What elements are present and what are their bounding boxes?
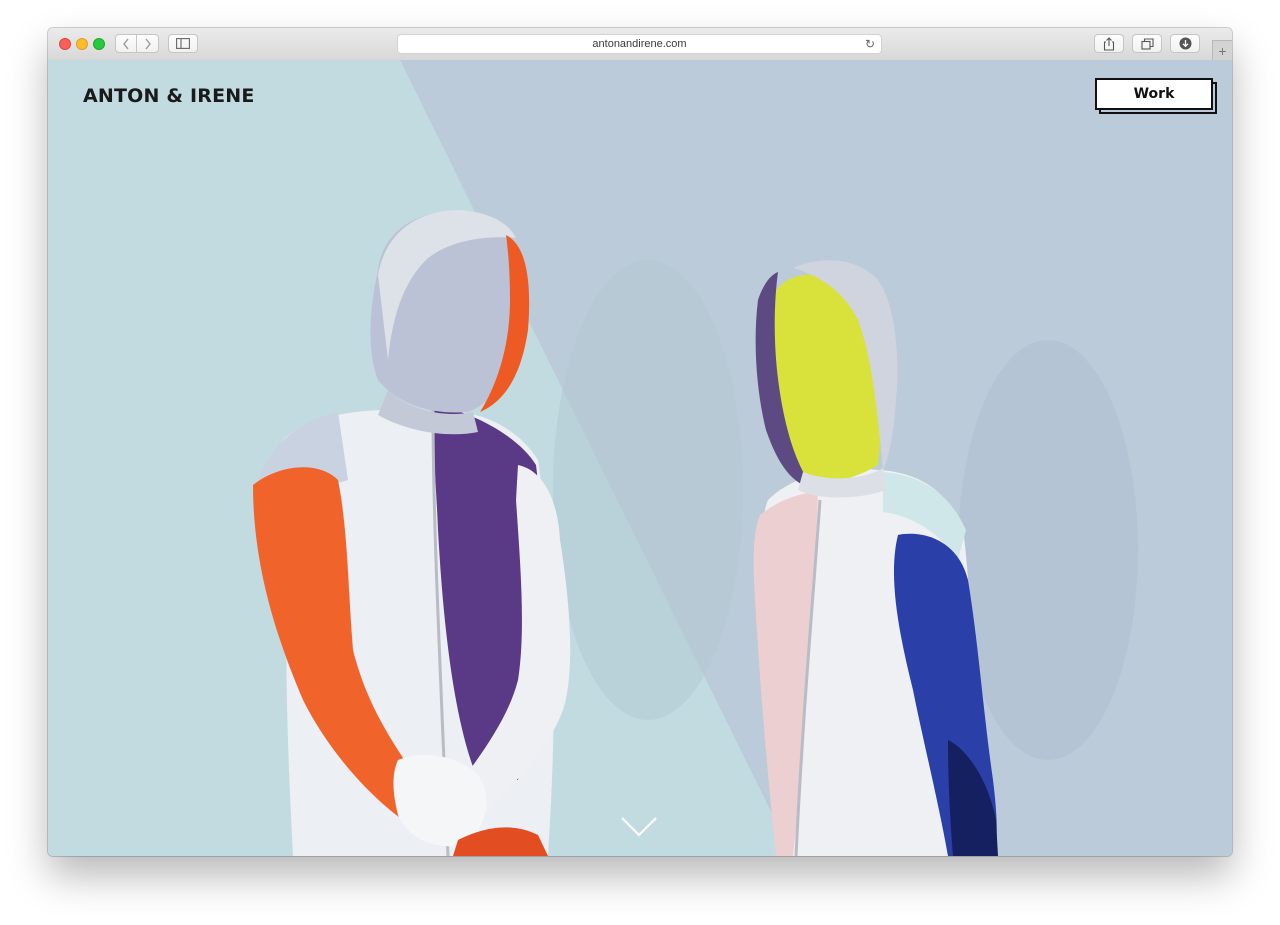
tabs-overview-button[interactable]	[1132, 34, 1162, 53]
sidebar-icon	[176, 38, 190, 49]
new-tab-button[interactable]: +	[1212, 40, 1232, 60]
download-icon	[1179, 37, 1191, 50]
address-bar[interactable]: antonandirene.com ↻	[397, 34, 882, 54]
minimize-button[interactable]	[76, 38, 88, 50]
back-button[interactable]	[115, 34, 137, 53]
site-logo[interactable]: ANTON & IRENE	[83, 85, 255, 107]
url-text: antonandirene.com	[592, 38, 687, 50]
tabs-icon	[1140, 37, 1154, 50]
chevron-left-icon	[123, 38, 129, 49]
browser-window: antonandirene.com ↻ + ANTON & IRENE Work	[48, 28, 1232, 856]
close-button[interactable]	[59, 38, 71, 50]
browser-toolbar: antonandirene.com ↻ +	[48, 28, 1232, 61]
page-viewport: ANTON & IRENE Work	[48, 60, 1232, 856]
downloads-button[interactable]	[1170, 34, 1200, 53]
reload-icon[interactable]: ↻	[865, 37, 875, 51]
forward-button[interactable]	[137, 34, 159, 53]
chevron-right-icon	[144, 38, 151, 49]
zoom-button[interactable]	[93, 38, 105, 50]
sidebar-toggle-button[interactable]	[168, 34, 198, 53]
share-icon	[1103, 36, 1115, 51]
share-button[interactable]	[1094, 34, 1124, 53]
chevron-down-icon[interactable]	[620, 816, 658, 838]
hero-image	[48, 60, 1232, 856]
work-nav-button[interactable]: Work	[1095, 78, 1213, 110]
